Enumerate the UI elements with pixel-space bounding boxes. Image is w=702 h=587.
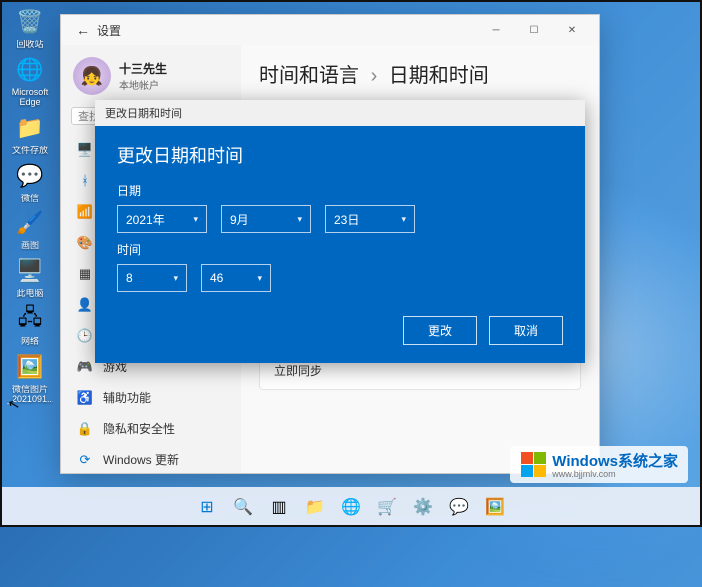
desktop-icon-label: 网络 — [21, 337, 39, 347]
user-icon: 👤 — [77, 297, 93, 313]
chevron-down-icon: ▾ — [173, 273, 178, 284]
taskbar-taskview[interactable]: ▥ — [263, 491, 295, 523]
year-value: 2021年 — [126, 211, 183, 228]
minute-select[interactable]: 46 ▾ — [201, 264, 271, 292]
desktop-icon-this-pc[interactable]: 🖥️ 此电脑 — [6, 255, 54, 299]
watermark-text: Windows系统之家 — [552, 450, 678, 471]
wechat-icon: 💬 — [14, 160, 46, 192]
dialog-heading: 更改日期和时间 — [117, 142, 563, 168]
desktop-icon-network[interactable]: 🖧 网络 — [6, 303, 54, 347]
image-icon: 🖼️ — [14, 351, 46, 383]
desktop-icon-label: 微信 — [21, 194, 39, 204]
dialog-titlebar: 更改日期和时间 — [95, 100, 585, 126]
avatar: 👧 — [73, 57, 111, 95]
taskbar-settings[interactable]: ⚙️ — [407, 491, 439, 523]
year-select[interactable]: 2021年 ▾ — [117, 205, 207, 233]
month-select[interactable]: 9月 ▾ — [221, 205, 311, 233]
minute-value: 46 — [210, 271, 247, 285]
titlebar: ← 设置 ─ ☐ ✕ — [61, 15, 599, 45]
nav-label: 辅助功能 — [103, 389, 151, 406]
user-name: 十三先生 — [119, 60, 167, 77]
time-label: 时间 — [117, 241, 563, 258]
folder-icon: 📁 — [14, 112, 46, 144]
hour-select[interactable]: 8▾ — [117, 264, 187, 292]
desktop-icon-recycle-bin[interactable]: 🗑️ 回收站 — [6, 6, 54, 50]
app-title: 设置 — [97, 22, 121, 39]
taskbar-image-viewer[interactable]: 🖼️ — [479, 491, 511, 523]
nav-label: Windows 更新 — [103, 451, 179, 468]
taskbar-explorer[interactable]: 📁 — [299, 491, 331, 523]
breadcrumb: 时间和语言 › 日期和时间 — [259, 59, 581, 88]
minimize-button[interactable]: ─ — [477, 15, 515, 45]
dialog-change-button[interactable]: 更改 — [403, 316, 477, 345]
apps-icon: ▦ — [77, 266, 93, 282]
taskbar-store[interactable]: 🛒 — [371, 491, 403, 523]
user-sub: 本地帐户 — [119, 77, 167, 92]
shield-icon: 🔒 — [77, 421, 93, 437]
chevron-down-icon: ▾ — [257, 273, 262, 284]
back-button[interactable]: ← — [69, 22, 97, 38]
user-block[interactable]: 👧 十三先生 本地帐户 — [67, 53, 235, 99]
wifi-icon: 📶 — [77, 204, 93, 220]
close-button[interactable]: ✕ — [553, 15, 591, 45]
desktop-icon-folder[interactable]: 📁 文件存放 — [6, 112, 54, 156]
accessibility-icon: ♿ — [77, 390, 93, 406]
chevron-down-icon: ▾ — [401, 214, 406, 225]
nav-label: 隐私和安全性 — [103, 420, 175, 437]
brush-icon: 🎨 — [77, 235, 93, 251]
system-icon: 🖥️ — [77, 142, 93, 158]
desktop-icon-paint[interactable]: 🖌️ 画图 — [6, 207, 54, 251]
paint-icon: 🖌️ — [14, 207, 46, 239]
breadcrumb-current: 日期和时间 — [389, 65, 489, 87]
breadcrumb-sep: › — [371, 65, 378, 87]
date-label: 日期 — [117, 182, 563, 199]
desktop-icon-edge[interactable]: 🌐Microsoft Edge — [6, 54, 54, 108]
nav-privacy[interactable]: 🔒 隐私和安全性 — [67, 414, 235, 443]
desktop-icon-label: 画图 — [21, 241, 39, 251]
taskbar-wechat[interactable]: 💬 — [443, 491, 475, 523]
desktop-icon-label: 回收站 — [16, 40, 43, 50]
nav-windows-update[interactable]: ⟳ Windows 更新 — [67, 445, 235, 473]
desktop-icon-label: Microsoft Edge — [7, 88, 53, 108]
nav-accessibility[interactable]: ♿ 辅助功能 — [67, 383, 235, 412]
day-select[interactable]: 23日 ▾ — [325, 205, 415, 233]
maximize-button[interactable]: ☐ — [515, 15, 553, 45]
edge-icon: 🌐 — [14, 54, 46, 86]
start-button[interactable]: ⊞ — [191, 491, 223, 523]
gamepad-icon: 🎮 — [77, 359, 93, 375]
month-value: 9月 — [230, 211, 287, 228]
desktop-icons: 🗑️ 回收站 🌐Microsoft Edge 📁 文件存放 💬 微信 🖌️ 画图 🖥️ 此… — [6, 6, 54, 405]
watermark: Windows系统之家 www.bjjmlv.com — [510, 446, 688, 483]
chevron-down-icon: ▾ — [297, 214, 302, 225]
taskbar-search[interactable]: 🔍 — [227, 491, 259, 523]
desktop-icon-label: 文件存放 — [12, 146, 48, 156]
chevron-down-icon: ▾ — [193, 214, 198, 225]
day-value: 23日 — [334, 211, 391, 228]
recycle-bin-icon: 🗑️ — [14, 6, 46, 38]
network-icon: 🖧 — [14, 303, 46, 335]
taskbar-edge[interactable]: 🌐 — [335, 491, 367, 523]
windows-logo-icon — [520, 452, 546, 478]
update-icon: ⟳ — [77, 452, 93, 468]
row-label: 立即同步 — [274, 362, 322, 379]
dialog-title: 更改日期和时间 — [105, 105, 182, 121]
pc-icon: 🖥️ — [14, 255, 46, 287]
taskbar: ⊞ 🔍 ▥ 📁 🌐 🛒 ⚙️ 💬 🖼️ — [0, 487, 702, 527]
hour-value: 8 — [126, 271, 163, 285]
breadcrumb-parent[interactable]: 时间和语言 — [259, 65, 359, 87]
change-datetime-dialog: 更改日期和时间 更改日期和时间 日期 2021年▾ 9月▾ 23日▾ 时间 8▾… — [95, 100, 585, 363]
bluetooth-icon: ᚼ — [77, 173, 93, 189]
dialog-cancel-button[interactable]: 取消 — [489, 316, 563, 345]
desktop-icon-label: 此电脑 — [16, 289, 43, 299]
clock-icon: 🕒 — [77, 328, 93, 344]
desktop-icon-wechat[interactable]: 💬 微信 — [6, 160, 54, 204]
